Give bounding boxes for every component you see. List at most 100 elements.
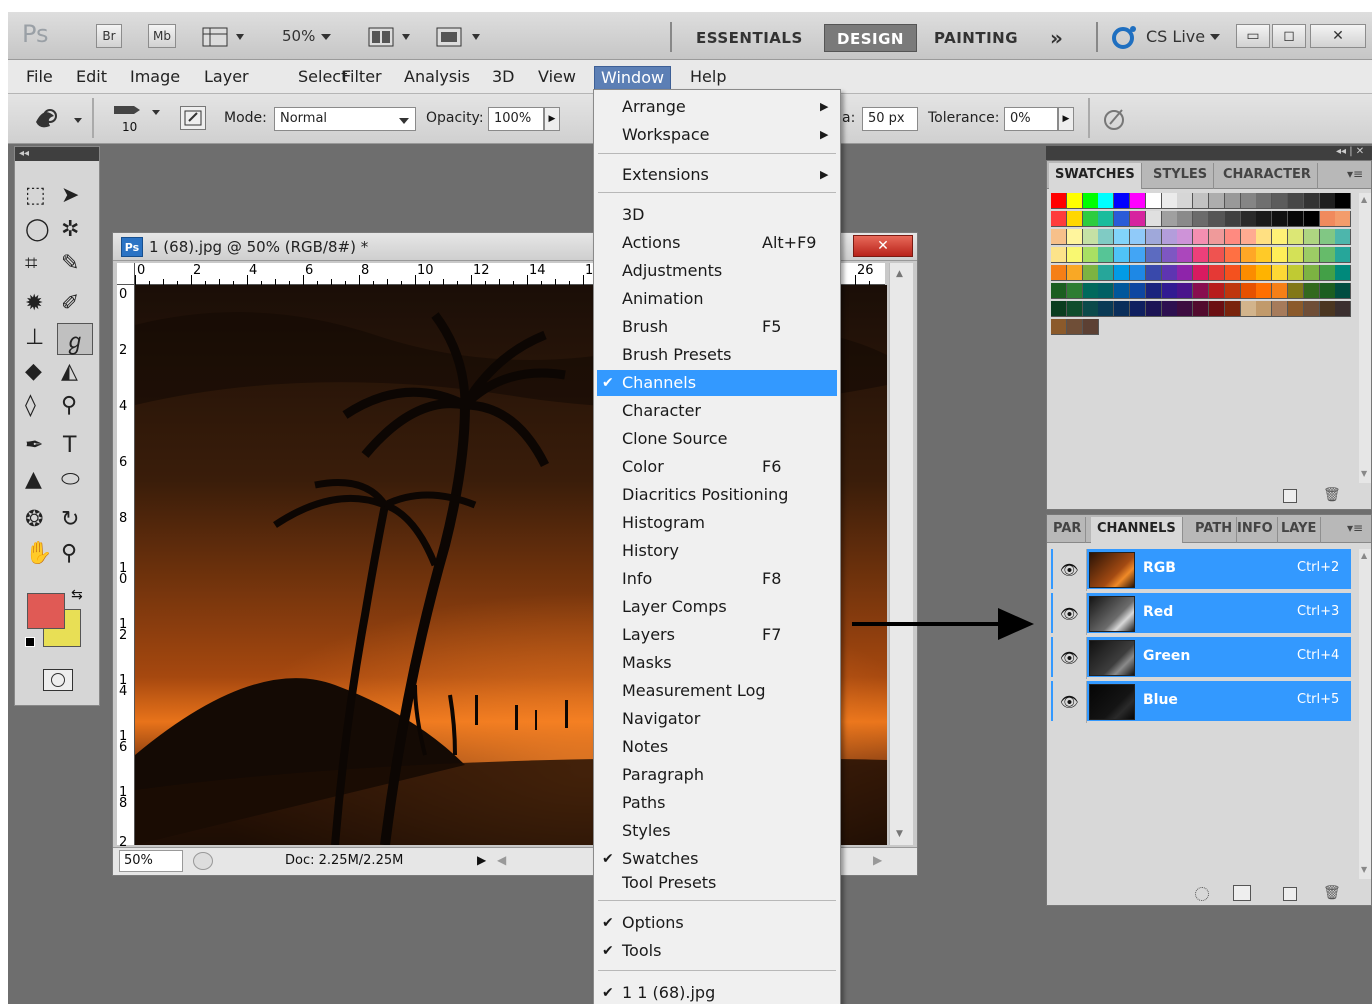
color-swatch[interactable] — [1319, 283, 1336, 299]
color-swatch[interactable] — [1082, 301, 1099, 317]
color-swatch[interactable] — [1272, 229, 1289, 245]
magic-wand-tool-icon[interactable]: ✲ — [61, 217, 79, 242]
color-swatch[interactable] — [1066, 319, 1083, 335]
scroll-up-icon[interactable]: ▲ — [1361, 195, 1367, 204]
color-swatch[interactable] — [1161, 301, 1178, 317]
panel-menu-icon[interactable]: ▾≡ — [1347, 521, 1363, 535]
color-swatch[interactable] — [1224, 229, 1241, 245]
menu-item-history[interactable]: History — [594, 538, 840, 564]
menu-3d[interactable]: 3D — [486, 66, 521, 90]
menu-item-brush-presets[interactable]: Brush Presets — [594, 342, 840, 368]
color-swatch[interactable] — [1161, 265, 1178, 281]
tolerance-field[interactable]: 0% — [1004, 107, 1058, 131]
color-swatch[interactable] — [1082, 283, 1099, 299]
new-channel-icon[interactable] — [1283, 887, 1297, 901]
collapse-panels-icon[interactable]: ◂◂ | ✕ — [1336, 146, 1364, 157]
color-swatch[interactable] — [1114, 193, 1131, 209]
tab-character[interactable]: CHARACTER — [1217, 163, 1318, 189]
color-swatch[interactable] — [1335, 229, 1352, 245]
eyedropper-tool-icon[interactable]: ✎ — [61, 251, 79, 276]
menu-item-3d[interactable]: 3D — [594, 202, 840, 228]
color-swatch[interactable] — [1051, 319, 1067, 335]
menu-item-character[interactable]: Character — [594, 398, 840, 424]
color-swatch[interactable] — [1145, 247, 1162, 263]
color-swatch[interactable] — [1051, 193, 1067, 209]
ellipse-tool-icon[interactable]: ⬭ — [61, 467, 80, 492]
hand-tool-icon[interactable]: ✋ — [25, 541, 52, 566]
type-tool-icon[interactable]: T — [63, 433, 76, 458]
color-swatch[interactable] — [1082, 211, 1099, 227]
opacity-slider-button[interactable]: ▶ — [544, 107, 560, 131]
menu-item-brush[interactable]: Brush F5 — [594, 314, 840, 340]
color-swatch[interactable] — [1335, 301, 1352, 317]
color-swatch[interactable] — [1193, 301, 1210, 317]
menu-item-animation[interactable]: Animation — [594, 286, 840, 312]
color-swatch[interactable] — [1082, 229, 1099, 245]
color-swatch[interactable] — [1319, 247, 1336, 263]
maximize-button[interactable]: ◻ — [1272, 24, 1306, 48]
color-swatch[interactable] — [1224, 193, 1241, 209]
visibility-eye-icon[interactable]: 👁 — [1053, 593, 1087, 635]
menu-image[interactable]: Image — [124, 66, 186, 90]
menu-filter[interactable]: Filter — [336, 66, 388, 90]
menu-item-options[interactable]: ✔ Options — [594, 910, 840, 936]
scroll-right-icon[interactable]: ▶ — [873, 853, 882, 867]
color-swatch[interactable] — [1082, 247, 1099, 263]
more-workspaces-button[interactable]: » — [1038, 24, 1075, 52]
blur-tool-icon[interactable]: ◊ — [25, 393, 36, 418]
color-swatch[interactable] — [1051, 211, 1067, 227]
foreground-color-swatch[interactable] — [27, 593, 65, 629]
color-swatch[interactable] — [1319, 301, 1336, 317]
color-swatch[interactable] — [1272, 265, 1289, 281]
color-swatch[interactable] — [1209, 193, 1225, 209]
color-swatch[interactable] — [1193, 247, 1210, 263]
color-swatch[interactable] — [1303, 265, 1320, 281]
menu-item-notes[interactable]: Notes — [594, 734, 840, 760]
menu-item-actions[interactable]: Actions Alt+F9 — [594, 230, 840, 256]
color-swatch[interactable] — [1193, 193, 1210, 209]
menu-item-tool-presets[interactable]: Tool Presets — [594, 870, 840, 896]
tablet-pressure-button[interactable] — [1102, 106, 1128, 136]
color-swatch[interactable] — [1082, 193, 1099, 209]
menu-item-measurement-log[interactable]: Measurement Log — [594, 678, 840, 704]
clone-stamp-tool-icon[interactable]: ⊥ — [25, 325, 44, 350]
color-swatch[interactable] — [1177, 211, 1194, 227]
color-swatch[interactable] — [1066, 211, 1083, 227]
color-swatch[interactable] — [1098, 301, 1115, 317]
minimize-button[interactable]: ▭ — [1236, 24, 1270, 48]
trash-icon[interactable]: 🗑 — [1323, 885, 1341, 901]
color-swatch[interactable] — [1177, 265, 1194, 281]
color-swatch[interactable] — [1098, 247, 1115, 263]
scroll-down-icon[interactable]: ▼ — [896, 829, 903, 839]
bridge-button[interactable]: Br — [96, 24, 122, 48]
zoom-level-dropdown[interactable]: 50% — [282, 27, 332, 45]
menu-item-extensions[interactable]: Extensions ▶ — [594, 162, 840, 188]
tolerance-slider-button[interactable]: ▶ — [1058, 107, 1074, 131]
load-selection-icon[interactable] — [1195, 887, 1209, 901]
color-swatch[interactable] — [1224, 283, 1241, 299]
scroll-left-icon[interactable]: ◀ — [497, 853, 506, 867]
ruler-origin[interactable] — [117, 263, 135, 285]
tool-preset-picker[interactable] — [30, 104, 86, 138]
workspace-painting[interactable]: PAINTING — [922, 24, 1030, 52]
move-tool-icon[interactable]: ➤ — [61, 183, 79, 208]
color-swatch[interactable] — [1114, 301, 1131, 317]
status-info-icon[interactable] — [193, 852, 213, 870]
tab-channels[interactable]: CHANNELS — [1091, 517, 1183, 543]
trash-icon[interactable]: 🗑 — [1323, 487, 1341, 503]
path-selection-tool-icon[interactable]: ▲ — [25, 467, 42, 492]
color-swatch[interactable] — [1051, 265, 1067, 281]
workspace-essentials[interactable]: ESSENTIALS — [684, 24, 815, 52]
color-swatch[interactable] — [1224, 247, 1241, 263]
color-swatch[interactable] — [1193, 265, 1210, 281]
color-swatch[interactable] — [1288, 283, 1304, 299]
3d-rotate-tool-icon[interactable]: ❂ — [25, 507, 43, 532]
menu-layer[interactable]: Layer — [198, 66, 255, 90]
zoom-tool-icon[interactable]: ⚲ — [61, 541, 77, 566]
color-swatch[interactable] — [1145, 265, 1162, 281]
color-swatch[interactable] — [1098, 193, 1115, 209]
color-swatch[interactable] — [1335, 193, 1352, 209]
quick-mask-button[interactable] — [43, 669, 73, 691]
color-swatch[interactable] — [1114, 211, 1131, 227]
vertical-scrollbar[interactable]: ▲ ▼ — [889, 263, 913, 845]
